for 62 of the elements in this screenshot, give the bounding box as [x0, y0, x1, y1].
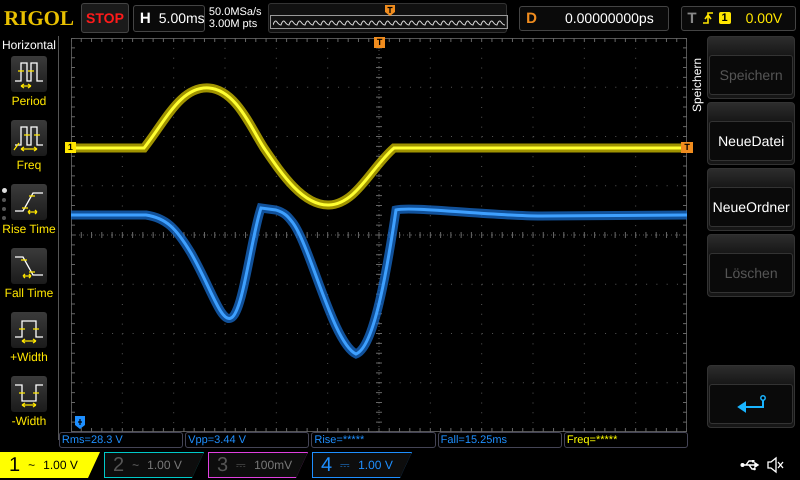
measure-button[interactable]: [10, 120, 47, 156]
measure-button[interactable]: [10, 376, 47, 412]
channel-scale: 1.00 V: [147, 458, 182, 472]
channel-number: 4: [321, 454, 332, 476]
speaker-muted-icon: [766, 456, 784, 474]
trigger-display[interactable]: T 1 0.00V: [681, 6, 796, 30]
coupling-symbol: ~: [132, 458, 140, 472]
measure-label: Freq: [16, 158, 42, 172]
menu-title: Speichern: [690, 56, 704, 112]
coupling-symbol: ~: [28, 458, 36, 472]
channel-number: 3: [217, 454, 228, 476]
measure-button[interactable]: [10, 248, 47, 284]
timebase-display[interactable]: H 5.00ms: [132, 4, 205, 32]
channel-number: 1: [9, 454, 20, 476]
channel-tab[interactable]: 4 ⎓ 1.00 V: [312, 452, 412, 478]
menu-button[interactable]: NeueOrdner: [709, 187, 794, 227]
timebase-label: H: [140, 10, 151, 26]
coupling-symbol: ⎓: [236, 458, 246, 472]
channel-tab[interactable]: 3 ⎓ 100mV: [208, 452, 308, 478]
measure-label: Fall Time: [4, 286, 54, 300]
rising-edge-icon: [702, 11, 714, 25]
run-stop-button[interactable]: STOP: [81, 3, 129, 33]
trigger-source: 1: [718, 12, 731, 24]
channel-tab[interactable]: 1 ~ 1.00 V: [0, 452, 100, 478]
channel-offset-icon: [74, 416, 85, 429]
trigger-position-marker[interactable]: T: [374, 37, 386, 48]
measure-button[interactable]: [10, 56, 47, 92]
menu-button[interactable]: NeueDatei: [709, 121, 794, 161]
channel-scale: 1.00 V: [43, 458, 78, 472]
measurement-readout: Fall=15.25ms: [438, 432, 562, 448]
trigger-level-marker[interactable]: T: [681, 142, 693, 153]
channel-scale: 1.00 V: [358, 458, 393, 472]
brand-logo: RIGOL: [4, 6, 76, 30]
measurement-readout: Freq=*****: [564, 432, 688, 448]
measure-button[interactable]: [10, 184, 47, 220]
measurement-readout: Rms=28.3 V: [58, 432, 184, 448]
measurement-readout: Vpp=3.44 V: [185, 432, 310, 448]
return-arrow-icon: [735, 395, 768, 413]
trigger-position-icon: [385, 5, 396, 16]
usb-icon: [740, 459, 760, 471]
delay-value: 0.00000000ps: [564, 10, 654, 26]
memory-depth: 3.00M pts: [208, 18, 258, 30]
measure-label: Period: [12, 94, 46, 108]
sample-rate: 50.0MSa/s: [208, 6, 263, 18]
measure-label: -Width: [12, 414, 46, 428]
channel-number: 2: [113, 454, 124, 476]
channel-scale: 100mV: [254, 458, 292, 472]
coupling-symbol: ⎓: [340, 458, 350, 472]
channel-tab[interactable]: 2 ~ 1.00 V: [104, 452, 204, 478]
measure-button[interactable]: [10, 312, 47, 348]
trigger-label: T: [687, 10, 696, 26]
timebase-value: 5.00ms: [158, 10, 205, 26]
trigger-level: 0.00V: [746, 10, 782, 26]
channel-marker[interactable]: 1: [64, 142, 76, 153]
measurement-readout: Rise=*****: [311, 432, 436, 448]
delay-display[interactable]: D 0.00000000ps: [519, 6, 670, 30]
menu-title: Horizontal: [2, 38, 56, 52]
back-button[interactable]: [709, 384, 794, 424]
measure-label: +Width: [10, 350, 48, 364]
overview-waveform-icon: [273, 18, 506, 26]
measure-label: Rise Time: [2, 222, 56, 236]
delay-label: D: [526, 10, 537, 26]
